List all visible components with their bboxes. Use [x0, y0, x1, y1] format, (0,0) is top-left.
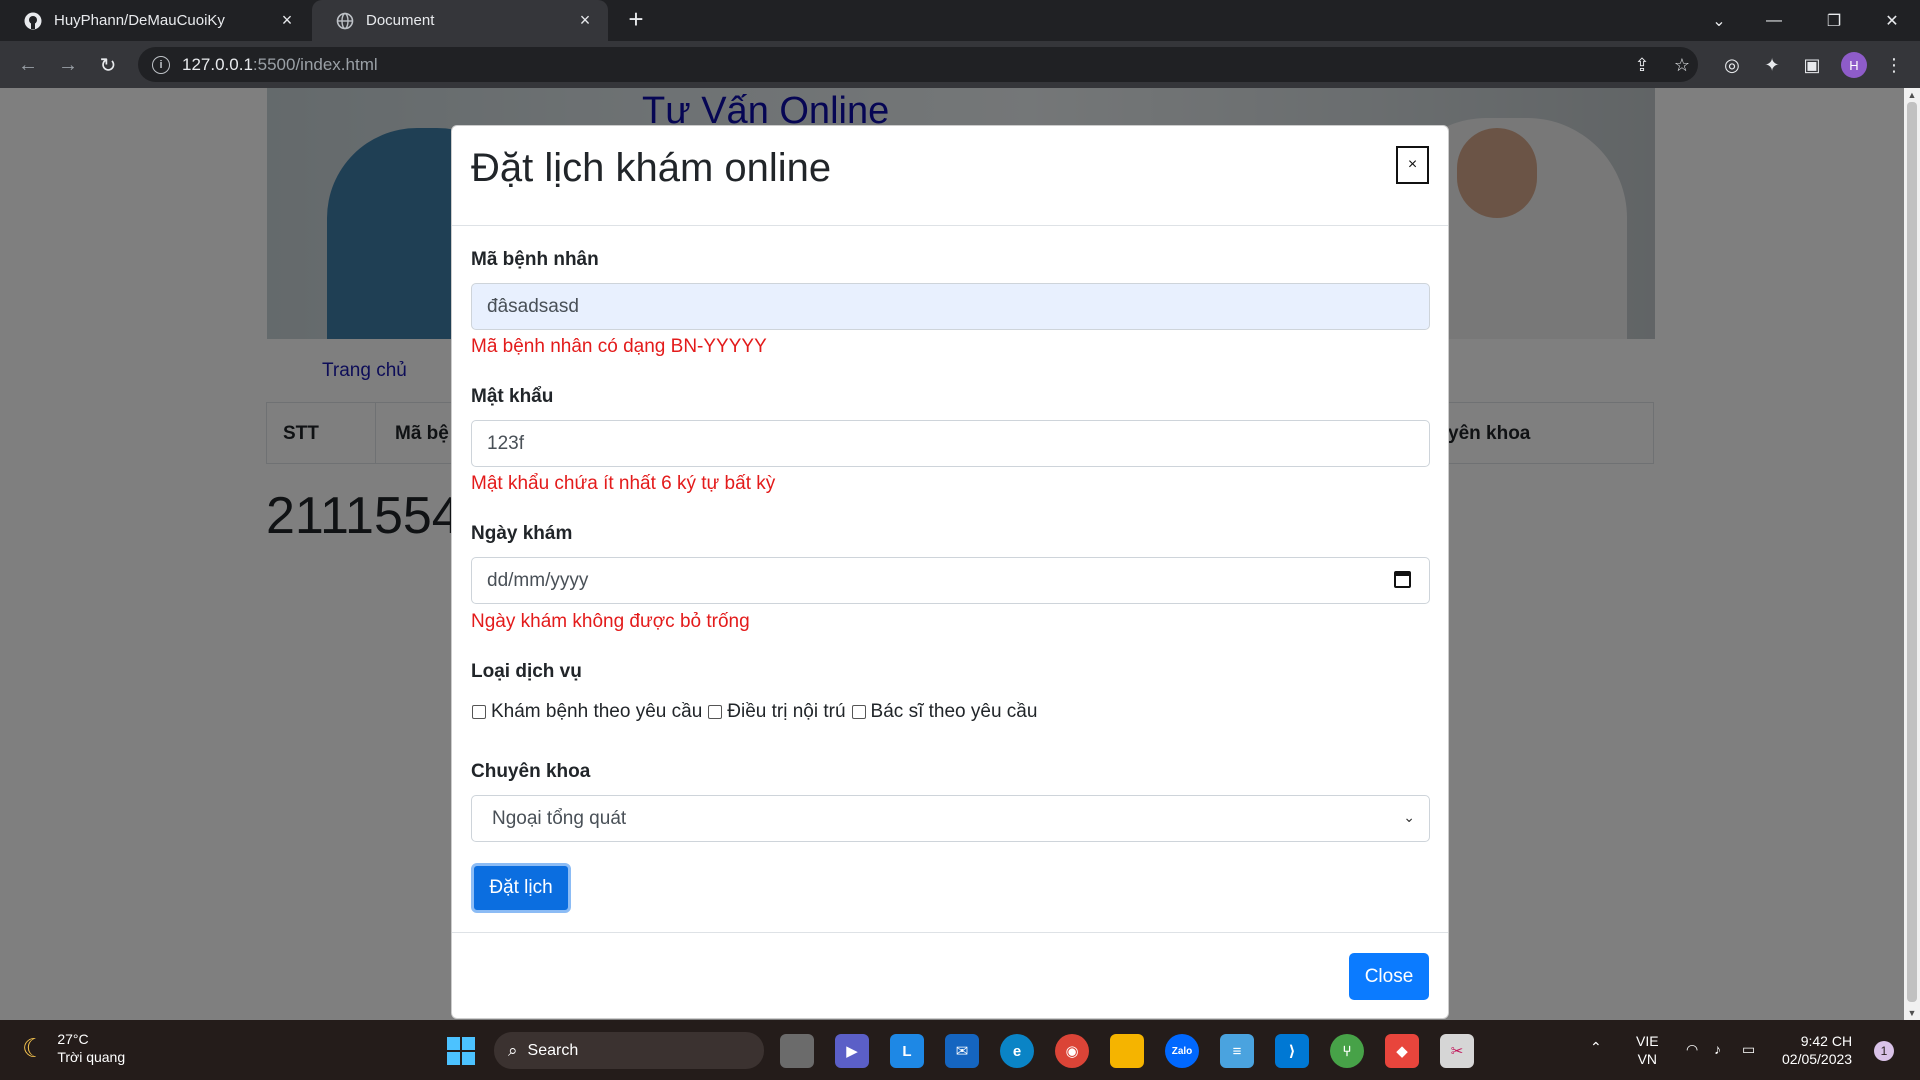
side-panel-icon[interactable]: ▣: [1800, 53, 1824, 77]
specialty-select[interactable]: Ngoại tổng quát ⌄: [471, 795, 1430, 842]
notification-badge[interactable]: 1: [1874, 1041, 1894, 1061]
wifi-icon[interactable]: ◠: [1686, 1040, 1698, 1058]
reload-icon[interactable]: ↻: [94, 51, 122, 79]
url-host: 127.0.0.1: [182, 54, 253, 74]
chrome-icon[interactable]: ◉: [1055, 1034, 1089, 1068]
date-input[interactable]: dd/mm/yyyy: [471, 557, 1430, 604]
taskbar-search-label: Search: [527, 1041, 579, 1059]
password-value: 123f: [487, 432, 524, 454]
bookmark-star-icon[interactable]: ☆: [1670, 53, 1694, 77]
scrollbar-thumb[interactable]: [1907, 102, 1917, 1002]
password-label: Mật khẩu: [471, 386, 554, 407]
share-icon[interactable]: ⇪: [1630, 53, 1654, 77]
github-icon: [24, 12, 42, 30]
patient-id-error: Mã bệnh nhân có dạng BN-YYYYY: [471, 336, 767, 357]
date-error: Ngày khám không được bỏ trống: [471, 611, 750, 632]
globe-icon: [336, 12, 354, 30]
back-icon[interactable]: ←: [14, 51, 42, 79]
tab-close-icon[interactable]: ×: [576, 10, 594, 30]
service-checkbox-doctor[interactable]: [851, 705, 866, 719]
modal-close-icon[interactable]: ×: [1396, 146, 1429, 184]
tray-overflow-chevron-icon[interactable]: ⌃: [1590, 1038, 1602, 1056]
taskbar-search[interactable]: ⌕ Search: [494, 1032, 764, 1069]
patient-id-value: đâsadsasd: [487, 295, 579, 317]
tab-document[interactable]: Document ×: [312, 0, 608, 41]
windows-taskbar: ☾ 27°C Trời quang ⌕ Search ▶ L ✉ e ◉ Zal…: [0, 1020, 1920, 1080]
forward-icon[interactable]: →: [54, 51, 82, 79]
tab-github[interactable]: HuyPhann/DeMauCuoiKy ×: [0, 0, 310, 41]
modal-title: Đặt lịch khám online: [471, 146, 832, 190]
service-checkbox-on-demand[interactable]: [472, 705, 486, 719]
vscode-icon[interactable]: ⟩: [1275, 1034, 1309, 1068]
clock-time: 9:42 CH: [1800, 1033, 1853, 1049]
language-indicator[interactable]: VIE VN: [1636, 1032, 1659, 1068]
battery-icon[interactable]: ▭: [1742, 1040, 1755, 1058]
restore-icon[interactable]: ❐: [1810, 0, 1858, 41]
clock[interactable]: 9:42 CH 02/05/2023: [1782, 1032, 1852, 1068]
minimize-icon[interactable]: —: [1750, 0, 1798, 41]
l-app-icon[interactable]: L: [890, 1034, 924, 1068]
snipping-icon[interactable]: ✂: [1440, 1034, 1474, 1068]
folder-icon[interactable]: [1110, 1034, 1144, 1068]
tab-title: Document: [366, 12, 435, 29]
window-close-icon[interactable]: ✕: [1868, 0, 1916, 41]
patient-id-input[interactable]: đâsadsasd: [471, 283, 1430, 330]
clock-date: 02/05/2023: [1782, 1051, 1853, 1067]
service-option-label: Bác sĩ theo yêu cầu: [870, 701, 1038, 722]
patient-id-label: Mã bệnh nhân: [471, 249, 599, 270]
git-icon[interactable]: ⑂: [1330, 1034, 1364, 1068]
windows-start-icon[interactable]: [447, 1037, 475, 1065]
booking-modal: Đặt lịch khám online × Mã bệnh nhân đâsa…: [451, 125, 1449, 1019]
weather-temperature: 27°C: [57, 1031, 89, 1047]
specialty-label: Chuyên khoa: [471, 761, 591, 782]
zalo-icon[interactable]: Zalo: [1165, 1034, 1199, 1068]
tab-search-chevron-icon[interactable]: ⌄: [1695, 0, 1743, 41]
modal-footer: Close: [452, 932, 1448, 1020]
search-icon: ⌕: [508, 1040, 518, 1060]
region-code: VN: [1637, 1051, 1658, 1067]
service-checkbox-group: Khám bệnh theo yêu cầu Điều trị nội trú …: [471, 701, 1037, 723]
tab-title: HuyPhann/DeMauCuoiKy: [54, 12, 225, 29]
service-option-label: Khám bệnh theo yêu cầu: [491, 701, 703, 722]
edge-icon[interactable]: e: [1000, 1034, 1034, 1068]
mail-icon[interactable]: ✉: [945, 1034, 979, 1068]
weather-widget[interactable]: ☾ 27°C Trời quang: [22, 1030, 125, 1066]
tab-close-icon[interactable]: ×: [278, 10, 296, 30]
compass-extension-icon[interactable]: ◎: [1720, 53, 1744, 77]
browser-toolbar: ← → ↻ i 127.0.0.1 :5500/index.html ⇪ ☆ ◎…: [0, 41, 1920, 88]
sourcetree-icon[interactable]: ◆: [1385, 1034, 1419, 1068]
moon-icon: ☾: [22, 1032, 46, 1063]
file-explorer-icon[interactable]: [780, 1034, 814, 1068]
scroll-down-icon[interactable]: ▼: [1904, 1006, 1920, 1020]
address-bar[interactable]: i 127.0.0.1 :5500/index.html: [138, 47, 1698, 82]
site-info-icon[interactable]: i: [152, 55, 170, 74]
service-type-label: Loại dịch vụ: [471, 661, 582, 682]
extensions-puzzle-icon[interactable]: ✦: [1760, 53, 1784, 77]
close-button[interactable]: Close: [1349, 953, 1429, 1000]
tab-strip: HuyPhann/DeMauCuoiKy × Document × + ⌄ — …: [0, 0, 1920, 41]
new-tab-icon[interactable]: +: [622, 6, 650, 34]
date-placeholder: dd/mm/yyyy: [487, 569, 589, 591]
book-appointment-button[interactable]: Đặt lịch: [471, 863, 571, 913]
weather-description: Trời quang: [57, 1049, 126, 1065]
page-viewport: Tư Vấn Online Trang chủ STT Mã bệ yên kh…: [0, 88, 1920, 1020]
chrome-menu-icon[interactable]: ⋮: [1882, 53, 1906, 77]
notepad-icon[interactable]: ≡: [1220, 1034, 1254, 1068]
volume-icon[interactable]: ♪: [1714, 1040, 1721, 1058]
scroll-up-icon[interactable]: ▲: [1904, 88, 1920, 102]
page-scrollbar[interactable]: ▲ ▼: [1904, 88, 1920, 1020]
url-path: :5500/index.html: [252, 54, 378, 74]
password-input[interactable]: 123f: [471, 420, 1430, 467]
date-label: Ngày khám: [471, 523, 573, 544]
service-checkbox-inpatient[interactable]: [708, 705, 723, 719]
language-code: VIE: [1636, 1033, 1659, 1049]
calendar-icon[interactable]: [1394, 571, 1411, 588]
service-option-label: Điều trị nội trú: [727, 701, 846, 722]
password-error: Mật khẩu chứa ít nhất 6 ký tự bất kỳ: [471, 473, 776, 494]
specialty-selected-value: Ngoại tổng quát: [492, 807, 627, 829]
profile-avatar[interactable]: H: [1841, 52, 1867, 78]
modal-header: Đặt lịch khám online ×: [452, 126, 1448, 226]
teams-icon[interactable]: ▶: [835, 1034, 869, 1068]
chevron-down-icon: ⌄: [1403, 809, 1415, 825]
